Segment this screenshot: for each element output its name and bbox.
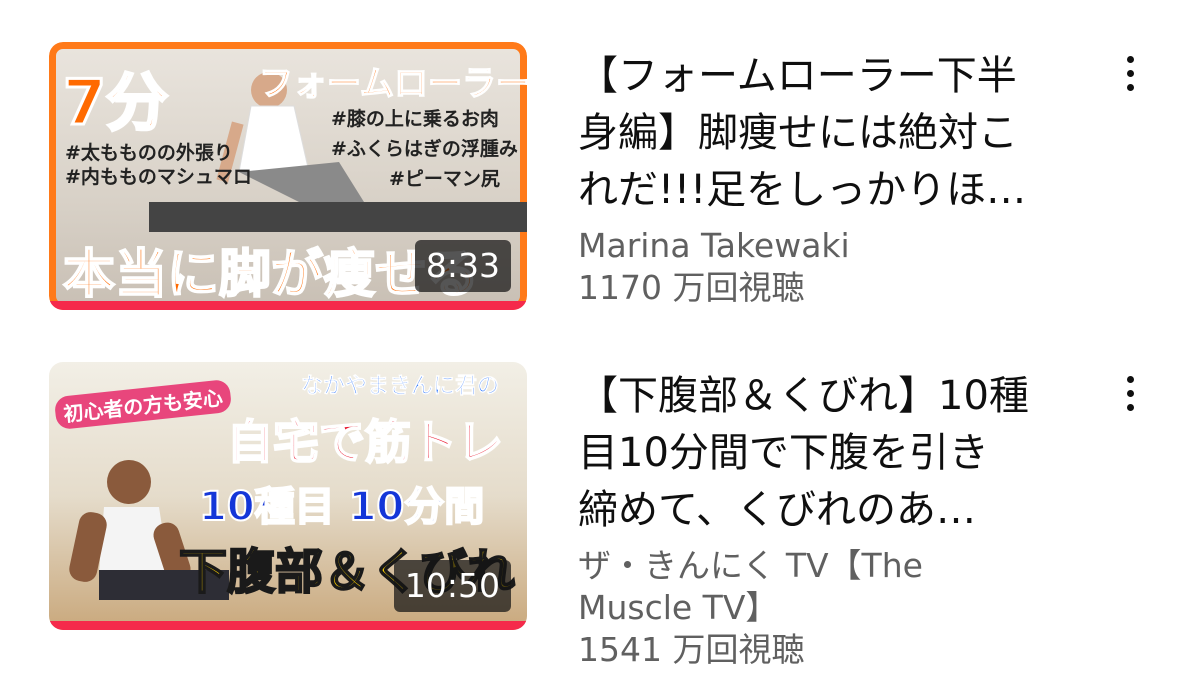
thumbnail-line2: 10種目 10分間 xyxy=(198,483,485,531)
duration-badge: 10:50 xyxy=(393,560,511,612)
watch-progress-bar xyxy=(49,301,527,310)
duration-badge: 8:33 xyxy=(414,240,511,292)
watch-progress-bar xyxy=(49,621,527,630)
video-title-line: 【下腹部＆くびれ】10種 xyxy=(578,373,1029,419)
channel-name[interactable]: ザ・きんにく TV【The Muscle TV】 xyxy=(578,545,1058,629)
thumbnail-headline: 7分 xyxy=(61,65,169,141)
video-title-line: 締めて、くびれのあ… xyxy=(578,487,976,533)
video-title-line: 目10分間で下腹を引き xyxy=(578,430,989,476)
channel-name-line: ザ・きんにく TV【The xyxy=(578,546,923,585)
video-item[interactable]: 7分 フォームローラーで #太もものの外張り #内もものマシュマロ #膝の上に乗… xyxy=(0,42,1179,312)
thumbnail-tag: #太もものの外張り xyxy=(65,142,233,164)
video-thumbnail[interactable]: 初心者の方も安心 なかやまきんに君の 自宅で筋トレ 10種目 10分間 下腹部＆… xyxy=(49,362,527,630)
thumbnail-tag: #ピーマン尻 xyxy=(389,168,500,190)
video-thumbnail[interactable]: 7分 フォームローラーで #太もものの外張り #内もものマシュマロ #膝の上に乗… xyxy=(49,42,527,310)
more-vert-icon[interactable] xyxy=(1118,52,1144,96)
video-title-line: れだ!!!足をしっかりほ… xyxy=(578,167,1027,213)
thumbnail-line1: 自宅で筋トレ xyxy=(226,414,504,470)
channel-name-line: Muscle TV】 xyxy=(578,588,779,627)
video-title[interactable]: 【下腹部＆くびれ】10種 目10分間で下腹を引き 締めて、くびれのあ… xyxy=(578,368,1058,539)
video-title-line: 身編】脚痩せには絶対こ xyxy=(578,110,1018,156)
thumbnail-top-text: なかやまきんに君の xyxy=(301,374,500,400)
thumbnail-tag: #内もものマシュマロ xyxy=(65,166,252,188)
thumbnail-tag: #膝の上に乗るお肉 xyxy=(331,108,499,130)
more-vert-icon[interactable] xyxy=(1118,372,1144,416)
video-item[interactable]: 初心者の方も安心 なかやまきんに君の 自宅で筋トレ 10種目 10分間 下腹部＆… xyxy=(0,362,1179,674)
thumbnail-subheadline: フォームローラーで xyxy=(258,63,527,105)
video-meta: 【フォームローラー下半 身編】脚痩せには絶対こ れだ!!!足をしっかりほ… Ma… xyxy=(578,48,1058,309)
view-count: 1170 万回視聴 xyxy=(578,268,805,307)
view-count: 1541 万回視聴 xyxy=(578,630,805,669)
video-title[interactable]: 【フォームローラー下半 身編】脚痩せには絶対こ れだ!!!足をしっかりほ… xyxy=(578,48,1058,219)
video-meta: 【下腹部＆くびれ】10種 目10分間で下腹を引き 締めて、くびれのあ… ザ・きん… xyxy=(578,368,1058,671)
thumbnail-tag: #ふくらはぎの浮腫み xyxy=(331,138,518,160)
video-title-line: 【フォームローラー下半 xyxy=(578,53,1017,99)
thumbnail-mat xyxy=(149,202,527,232)
channel-name[interactable]: Marina Takewaki xyxy=(578,225,1058,267)
